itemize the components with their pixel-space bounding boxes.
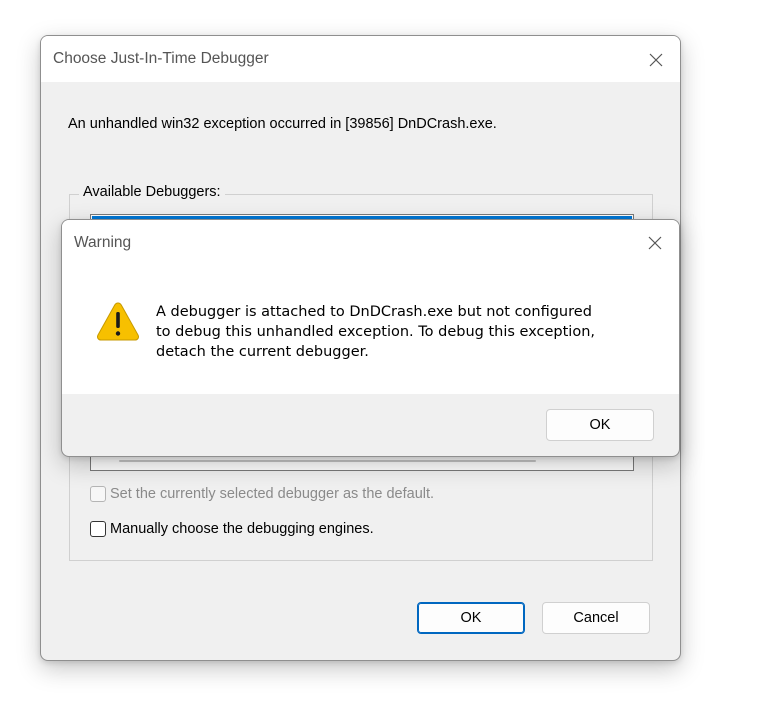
jit-ok-button[interactable]: OK	[417, 602, 525, 634]
jit-title-bar: Choose Just-In-Time Debugger	[41, 36, 680, 82]
set-default-checkbox[interactable]	[90, 486, 106, 502]
warning-close-button[interactable]	[641, 229, 669, 257]
warning-message: A debugger is attached to DnDCrash.exe b…	[156, 304, 596, 360]
set-default-label: Set the currently selected debugger as t…	[110, 486, 435, 502]
set-default-row: Set the currently selected debugger as t…	[90, 486, 434, 502]
warning-content-area: Warning A debugger is attached to DnDCra…	[62, 220, 679, 394]
available-debuggers-label: Available Debuggers:	[79, 184, 225, 200]
warning-ok-button[interactable]: OK	[546, 409, 654, 441]
manual-engines-checkbox[interactable]	[90, 521, 106, 537]
close-icon	[649, 53, 663, 67]
warning-icon	[97, 302, 139, 341]
exception-message: An unhandled win32 exception occurred in…	[68, 116, 497, 132]
jit-cancel-button[interactable]: Cancel	[542, 602, 650, 634]
jit-dialog-title: Choose Just-In-Time Debugger	[53, 50, 269, 67]
jit-close-button[interactable]	[642, 46, 670, 74]
manual-engines-label[interactable]: Manually choose the debugging engines.	[110, 521, 374, 537]
list-horizontal-scrollbar[interactable]	[119, 460, 536, 462]
warning-dialog: Warning A debugger is attached to DnDCra…	[61, 219, 680, 457]
close-icon	[648, 236, 662, 250]
warning-dialog-title: Warning	[74, 234, 132, 251]
manual-engines-row[interactable]: Manually choose the debugging engines.	[90, 521, 374, 537]
